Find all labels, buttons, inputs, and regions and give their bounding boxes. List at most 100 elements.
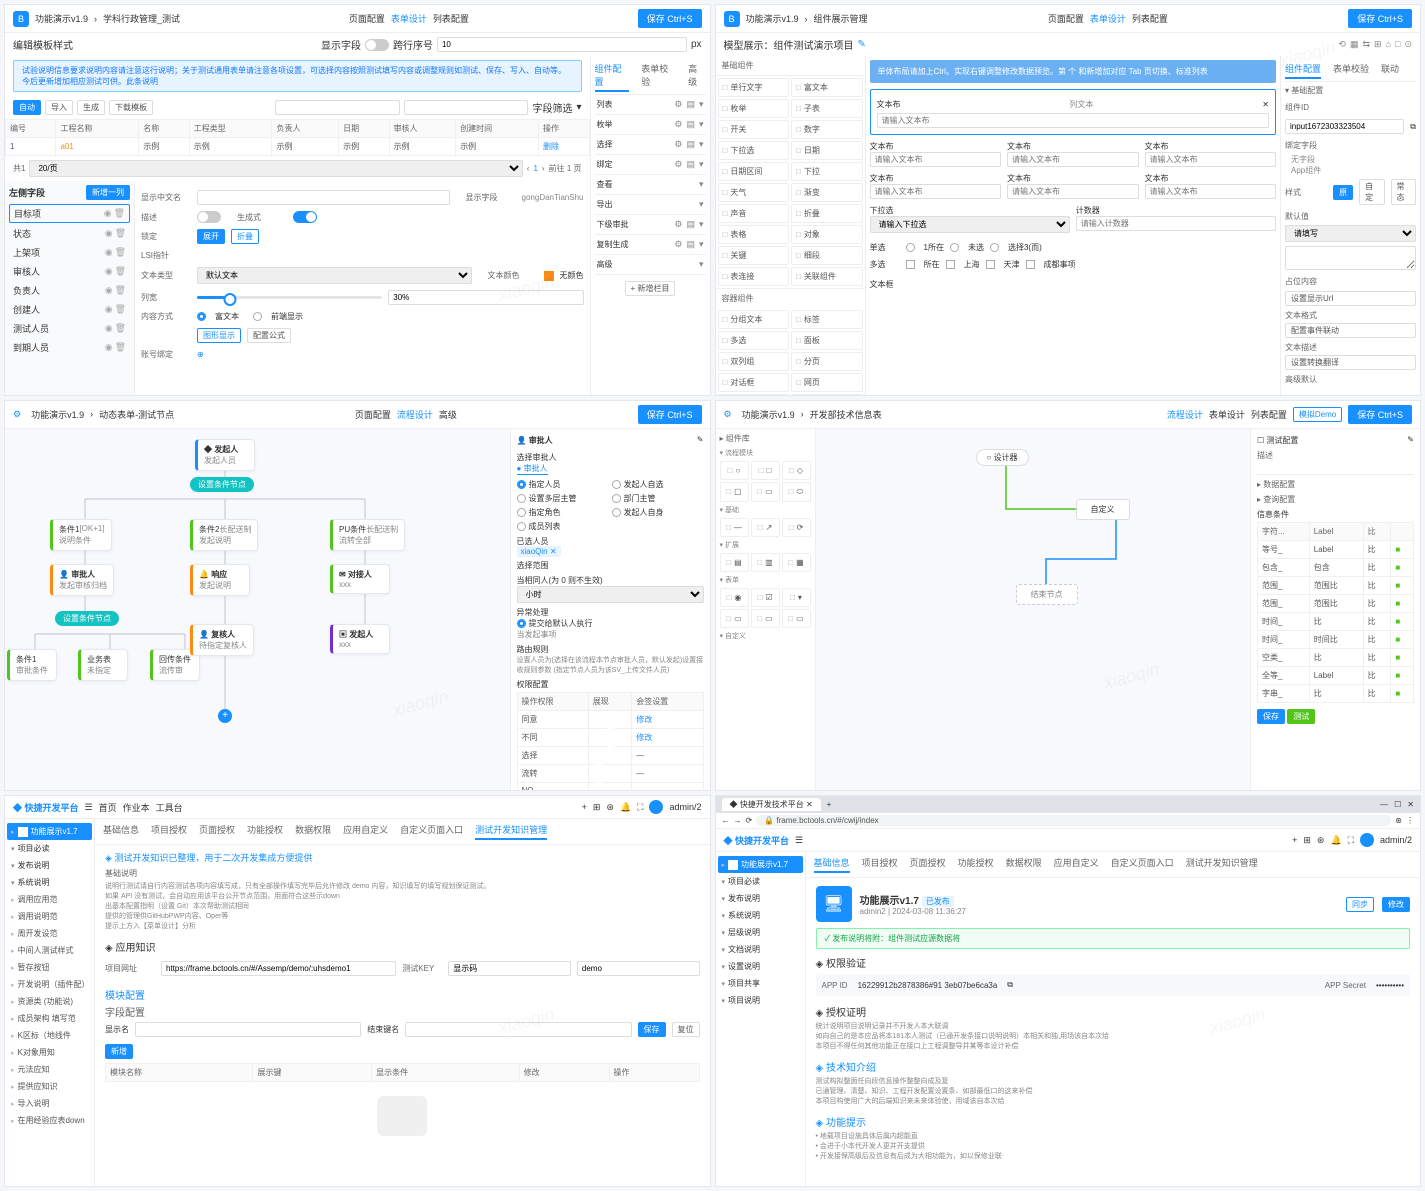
filter-key[interactable] [405,1022,631,1037]
cond-row[interactable]: 时间_时间比比■ [1258,630,1414,648]
nav-item[interactable]: 成员架构 填写范 [7,1010,92,1027]
plus-icon[interactable]: + [1292,835,1297,845]
bell-icon[interactable]: 🔔 [1330,835,1341,846]
eye-icon[interactable]: ◉ [105,323,113,334]
grid-icon[interactable]: ▦ [1350,39,1359,50]
btn-fold[interactable]: 折叠 [231,229,259,244]
url-input[interactable]: 🔒 frame.bctools.cn/#/cwij/index [756,815,1391,826]
approver-radio[interactable] [612,480,621,489]
r-group[interactable]: 导出▾ [595,195,706,215]
approve-node[interactable]: 👤 复核人待指定复核人 [190,624,254,656]
comp-item[interactable]: 渐变 [791,183,863,202]
pager-prev-icon[interactable]: ‹ [527,164,530,173]
text-input[interactable] [870,184,1002,199]
text-input[interactable] [1145,184,1277,199]
cond-row[interactable]: 字串_比比■ [1258,684,1414,702]
chevron-down-icon[interactable]: ▾ [576,102,581,113]
bell-icon[interactable]: 🔔 [620,802,631,813]
comp-item[interactable]: 面板 [791,331,863,350]
r-group[interactable]: 绑定⚙▤▾ [595,155,706,175]
comp-item[interactable]: 选项卡 [718,394,790,395]
save-button[interactable]: 保存 [1257,709,1285,724]
network-icon[interactable]: ⊛ [606,802,614,813]
page-size-select[interactable]: 20/页 [29,160,522,177]
flow-canvas[interactable]: ◆ 发起人发起人员 设置条件节点 条件1[OK+1]说明条件 条件2长配送制发起… [5,429,510,791]
sync-button[interactable]: 同步 [1346,897,1374,912]
filter-name[interactable] [135,1022,361,1037]
tool-item[interactable]: ▭ [751,482,780,502]
eye-icon[interactable]: ◉ [104,208,112,219]
r-group[interactable]: 选择⚙▤▾ [595,135,706,155]
eye-icon[interactable]: ◉ [105,266,113,277]
rtab-adv[interactable]: 高级 [688,62,705,92]
same-select[interactable]: 小时 [517,586,704,603]
field-item-0[interactable]: 目标项◉🗑 [9,204,130,223]
comp-item[interactable]: 枚举 [718,99,790,118]
placeholder-textarea[interactable] [1285,246,1416,270]
home-icon[interactable]: ⌂ [1386,39,1391,50]
condition-add-pill[interactable]: 设置条件节点 [55,611,119,626]
plus-icon[interactable]: + [582,802,587,812]
comp-item[interactable]: 数字 [791,120,863,139]
comp-item[interactable]: 对话框 [718,373,790,392]
table-row[interactable]: 1a01 示例示例示例 示例示例示例 删除 [6,138,590,156]
start-pill[interactable]: ○ 设计器 [976,449,1029,466]
delete-icon[interactable]: 🗑 [115,266,126,277]
reset-button[interactable]: 复位 [672,1022,700,1037]
nav-item[interactable]: K对象用知 [7,1044,92,1061]
crumb-1[interactable]: 功能演示v1.9 [35,12,88,25]
tool-item[interactable]: ◇ [782,461,811,480]
btn-auto[interactable]: 自动 [13,100,41,115]
field-item-7[interactable]: 到期人员◉🗑 [9,339,130,356]
comp-item[interactable]: 对象 [791,225,863,244]
title-input[interactable] [877,113,1270,128]
cond-node[interactable]: 条件2长配送制发起说明 [190,519,258,551]
reload-icon[interactable]: ⟳ [746,816,753,825]
tool-item[interactable]: ⟳ [782,518,811,537]
comp-id-input[interactable] [1285,119,1404,134]
radio-opt[interactable] [990,243,999,252]
btn-seturl[interactable]: 设置显示Url [1285,291,1416,306]
browser-tab[interactable]: ◆ 快捷开发技术平台 ✕ [722,798,821,811]
max-icon[interactable]: ☐ [1394,800,1401,809]
tool-item[interactable]: ▥ [751,553,780,572]
platform-logo[interactable]: ◆ 快捷开发平台 [13,801,79,814]
keyword-input2[interactable] [577,961,700,976]
radio-rich[interactable] [197,312,206,321]
bind-select[interactable]: 请填写 [1285,225,1416,242]
swap-icon[interactable]: ⇆ [1362,39,1370,50]
btn-inner[interactable]: 图形显示 [197,328,241,343]
menu-icon[interactable]: ☰ [795,835,803,846]
btn-formula[interactable]: 配置公式 [247,328,291,343]
approver-radio[interactable] [517,480,526,489]
comp-item[interactable]: 双列组 [718,352,790,371]
cond-node[interactable]: 条件1[OK+1]说明条件 [50,519,112,551]
add-group-button[interactable]: + 新增栏目 [625,281,676,296]
grid-icon[interactable]: ⊞ [1303,835,1311,846]
ext-icon[interactable]: ⊛ [1395,816,1402,825]
tool-item[interactable]: ▦ [782,553,811,572]
filter-input2[interactable] [404,100,528,115]
comp-item[interactable]: 单行文字 [718,78,790,97]
nav-item[interactable]: 导入说明 [7,1095,92,1112]
new-button[interactable]: 新增 [105,1044,133,1059]
pager-next-icon[interactable]: › [542,164,545,173]
comp-item[interactable]: 细段 [791,246,863,265]
cond-node[interactable]: 条件1审批条件 [7,649,57,681]
cond-row[interactable]: 范围_范围比比■ [1258,576,1414,594]
min-icon[interactable]: — [1380,800,1388,809]
save-button[interactable]: 保存 Ctrl+S [638,9,702,28]
close-icon[interactable]: ✕ [1407,800,1414,809]
model-canvas[interactable]: ○ 设计器 自定义 结束节点 [816,429,1251,791]
eye-icon[interactable]: ◉ [105,304,113,315]
delete-icon[interactable]: 🗑 [115,323,126,334]
r-group[interactable]: 枚举⚙▤▾ [595,115,706,135]
approver-radio[interactable] [517,494,526,503]
nav-item[interactable]: 项目必读 [7,840,92,857]
avatar[interactable] [649,800,663,814]
fwd-icon[interactable]: → [734,816,742,825]
comp-item[interactable]: 关联组件 [791,267,863,286]
comp-item[interactable]: 下拉 [791,162,863,181]
r-group[interactable]: 下级审批⚙▤▾ [595,215,706,235]
edit-icon[interactable]: ✎ [697,435,704,446]
